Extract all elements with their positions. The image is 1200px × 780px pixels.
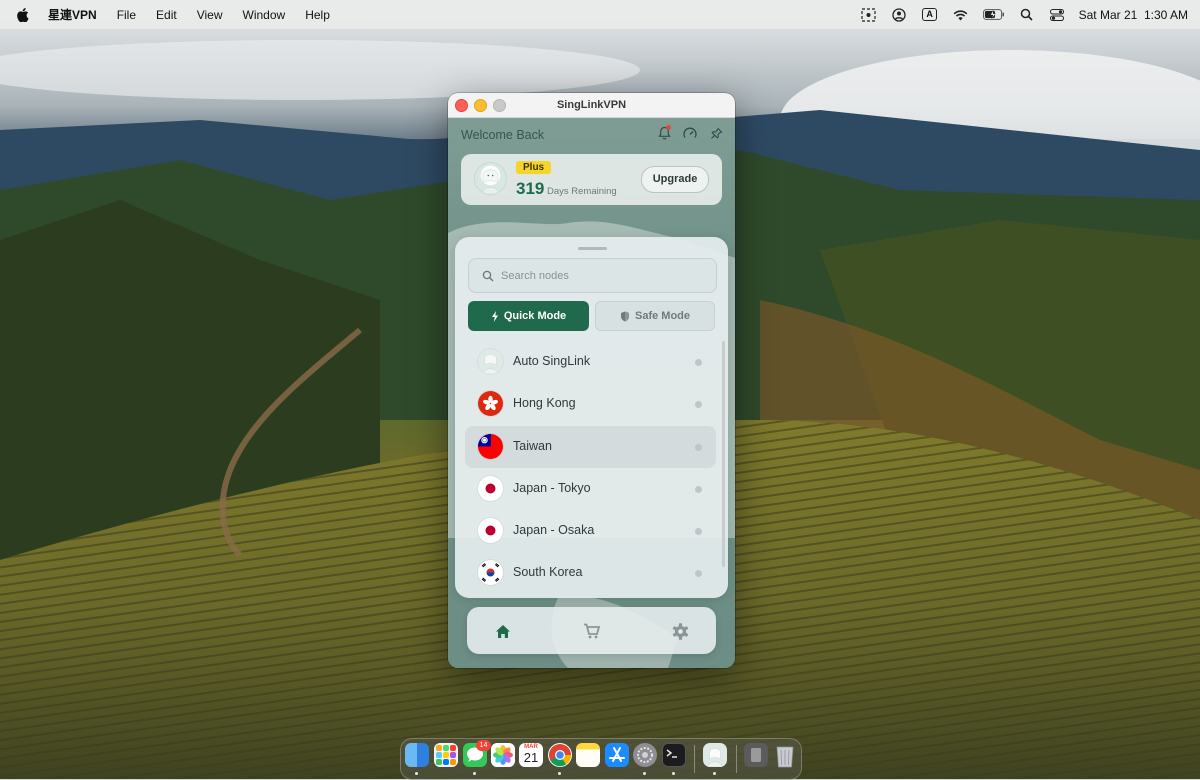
node-item-hong-kong[interactable]: Hong Kong: [465, 383, 716, 425]
calendar-day: 21: [523, 750, 539, 765]
search-box[interactable]: [468, 258, 717, 293]
south-korea-flag-icon: [478, 560, 503, 586]
bottom-tab-bar: [467, 607, 716, 654]
trash-icon[interactable]: [773, 743, 797, 768]
wifi-icon[interactable]: [953, 8, 969, 22]
latency-indicator: [695, 528, 702, 536]
quick-mode-button[interactable]: Quick Mode: [468, 301, 589, 331]
upgrade-button[interactable]: Upgrade: [641, 166, 709, 193]
running-indicator: [473, 772, 476, 775]
japan-flag-icon: [478, 518, 503, 544]
search-input[interactable]: [501, 259, 701, 292]
avatar: [474, 162, 507, 195]
subscription-card: Plus 319 Days Remaining Upgrade: [461, 154, 722, 205]
dock-separator: [736, 745, 737, 773]
node-item-japan-osaka[interactable]: Japan - Osaka: [465, 510, 716, 552]
menu-edit[interactable]: Edit: [146, 8, 187, 22]
drag-handle[interactable]: [578, 247, 607, 250]
node-item-japan-tokyo[interactable]: Japan - Tokyo: [465, 468, 716, 510]
menu-file[interactable]: File: [107, 8, 146, 22]
menubar-clock[interactable]: Sat Mar 21 1:30 AM: [1079, 8, 1188, 22]
bell-icon[interactable]: [657, 125, 671, 140]
running-indicator: [415, 772, 418, 775]
plan-badge: Plus: [516, 161, 552, 174]
spotlight-search-icon[interactable]: [1019, 8, 1035, 22]
system-settings-icon[interactable]: [633, 743, 657, 767]
node-list-scrollbar[interactable]: [722, 341, 725, 567]
menu-window[interactable]: Window: [233, 8, 296, 22]
running-indicator: [558, 772, 561, 775]
dock: 14 MAR 21: [400, 738, 802, 780]
node-name: Japan - Osaka: [513, 523, 595, 538]
node-item-south-korea[interactable]: South Korea: [465, 552, 716, 594]
latency-indicator: [695, 443, 702, 451]
account-icon[interactable]: [891, 7, 907, 22]
messages-icon[interactable]: 14: [463, 740, 491, 767]
notification-dot: [666, 125, 671, 130]
days-remaining-label: Days Remaining: [547, 186, 617, 197]
singlinkvpn-dock-icon[interactable]: [703, 743, 727, 768]
latency-indicator: [695, 401, 702, 409]
running-indicator: [672, 772, 675, 775]
photos-icon[interactable]: [491, 743, 515, 767]
menu-help[interactable]: Help: [295, 8, 340, 22]
welcome-text: Welcome Back: [461, 128, 545, 142]
singlink-avatar-icon: [478, 349, 503, 374]
menu-view[interactable]: View: [187, 8, 233, 22]
launchpad-icon[interactable]: [434, 743, 458, 767]
running-indicator: [713, 772, 716, 775]
hong-kong-flag-icon: [478, 391, 503, 417]
search-icon: [482, 269, 494, 282]
days-remaining-count: 319: [516, 179, 545, 198]
input-source-icon[interactable]: A: [921, 8, 939, 22]
window-titlebar[interactable]: SingLinkVPN: [448, 93, 735, 118]
safe-mode-button[interactable]: Safe Mode: [595, 301, 715, 331]
node-name: Auto SingLink: [513, 354, 591, 368]
japan-flag-icon: [478, 475, 503, 501]
app-window: SingLinkVPN Welcome Back Plus 319 Days R…: [448, 93, 735, 668]
node-item-auto-singlink[interactable]: Auto SingLink: [465, 341, 716, 383]
node-name: Taiwan: [513, 438, 552, 453]
settings-icon[interactable]: [670, 621, 690, 641]
terminal-icon[interactable]: [662, 743, 686, 767]
home-icon[interactable]: [493, 621, 513, 641]
input-source-label: A: [922, 8, 937, 21]
app-store-icon[interactable]: [605, 743, 629, 767]
node-name: Hong Kong: [513, 396, 576, 411]
shield-icon: [620, 311, 629, 321]
safe-mode-label: Safe Mode: [634, 310, 690, 322]
finder-icon[interactable]: [405, 743, 429, 767]
downloads-stack-icon[interactable]: [744, 743, 768, 767]
messages-badge: 14: [476, 740, 491, 751]
apple-logo-icon[interactable]: [16, 7, 30, 22]
running-indicator: [643, 772, 646, 775]
pin-icon[interactable]: [709, 126, 723, 140]
window-title: SingLinkVPN: [556, 99, 627, 111]
cart-icon[interactable]: [581, 621, 601, 641]
menu-app-name[interactable]: 星連VPN: [38, 6, 107, 23]
menu-bar: 星連VPN File Edit View Window Help A Sat M…: [0, 0, 1200, 29]
node-panel: Quick Mode Safe Mode Auto SingLink: [455, 237, 728, 598]
battery-icon[interactable]: [982, 8, 1005, 22]
screen-capture-icon[interactable]: [861, 7, 877, 22]
node-list: Auto SingLink Hong Kong Taiwan Japan - T…: [465, 341, 716, 595]
latency-indicator: [695, 359, 702, 366]
latency-indicator: [695, 485, 702, 493]
dock-separator: [694, 745, 695, 773]
node-item-taiwan[interactable]: Taiwan: [465, 425, 716, 468]
control-center-icon[interactable]: [1049, 8, 1065, 22]
speedometer-icon[interactable]: [683, 126, 697, 140]
chrome-icon[interactable]: [548, 743, 572, 767]
latency-indicator: [695, 570, 702, 578]
notes-icon[interactable]: [576, 743, 600, 767]
calendar-icon[interactable]: MAR 21: [519, 743, 543, 767]
node-name: South Korea: [513, 565, 583, 580]
quick-mode-label: Quick Mode: [503, 310, 567, 322]
node-name: Japan - Tokyo: [513, 480, 591, 495]
taiwan-flag-icon: [478, 433, 503, 459]
bolt-icon: [491, 310, 498, 322]
